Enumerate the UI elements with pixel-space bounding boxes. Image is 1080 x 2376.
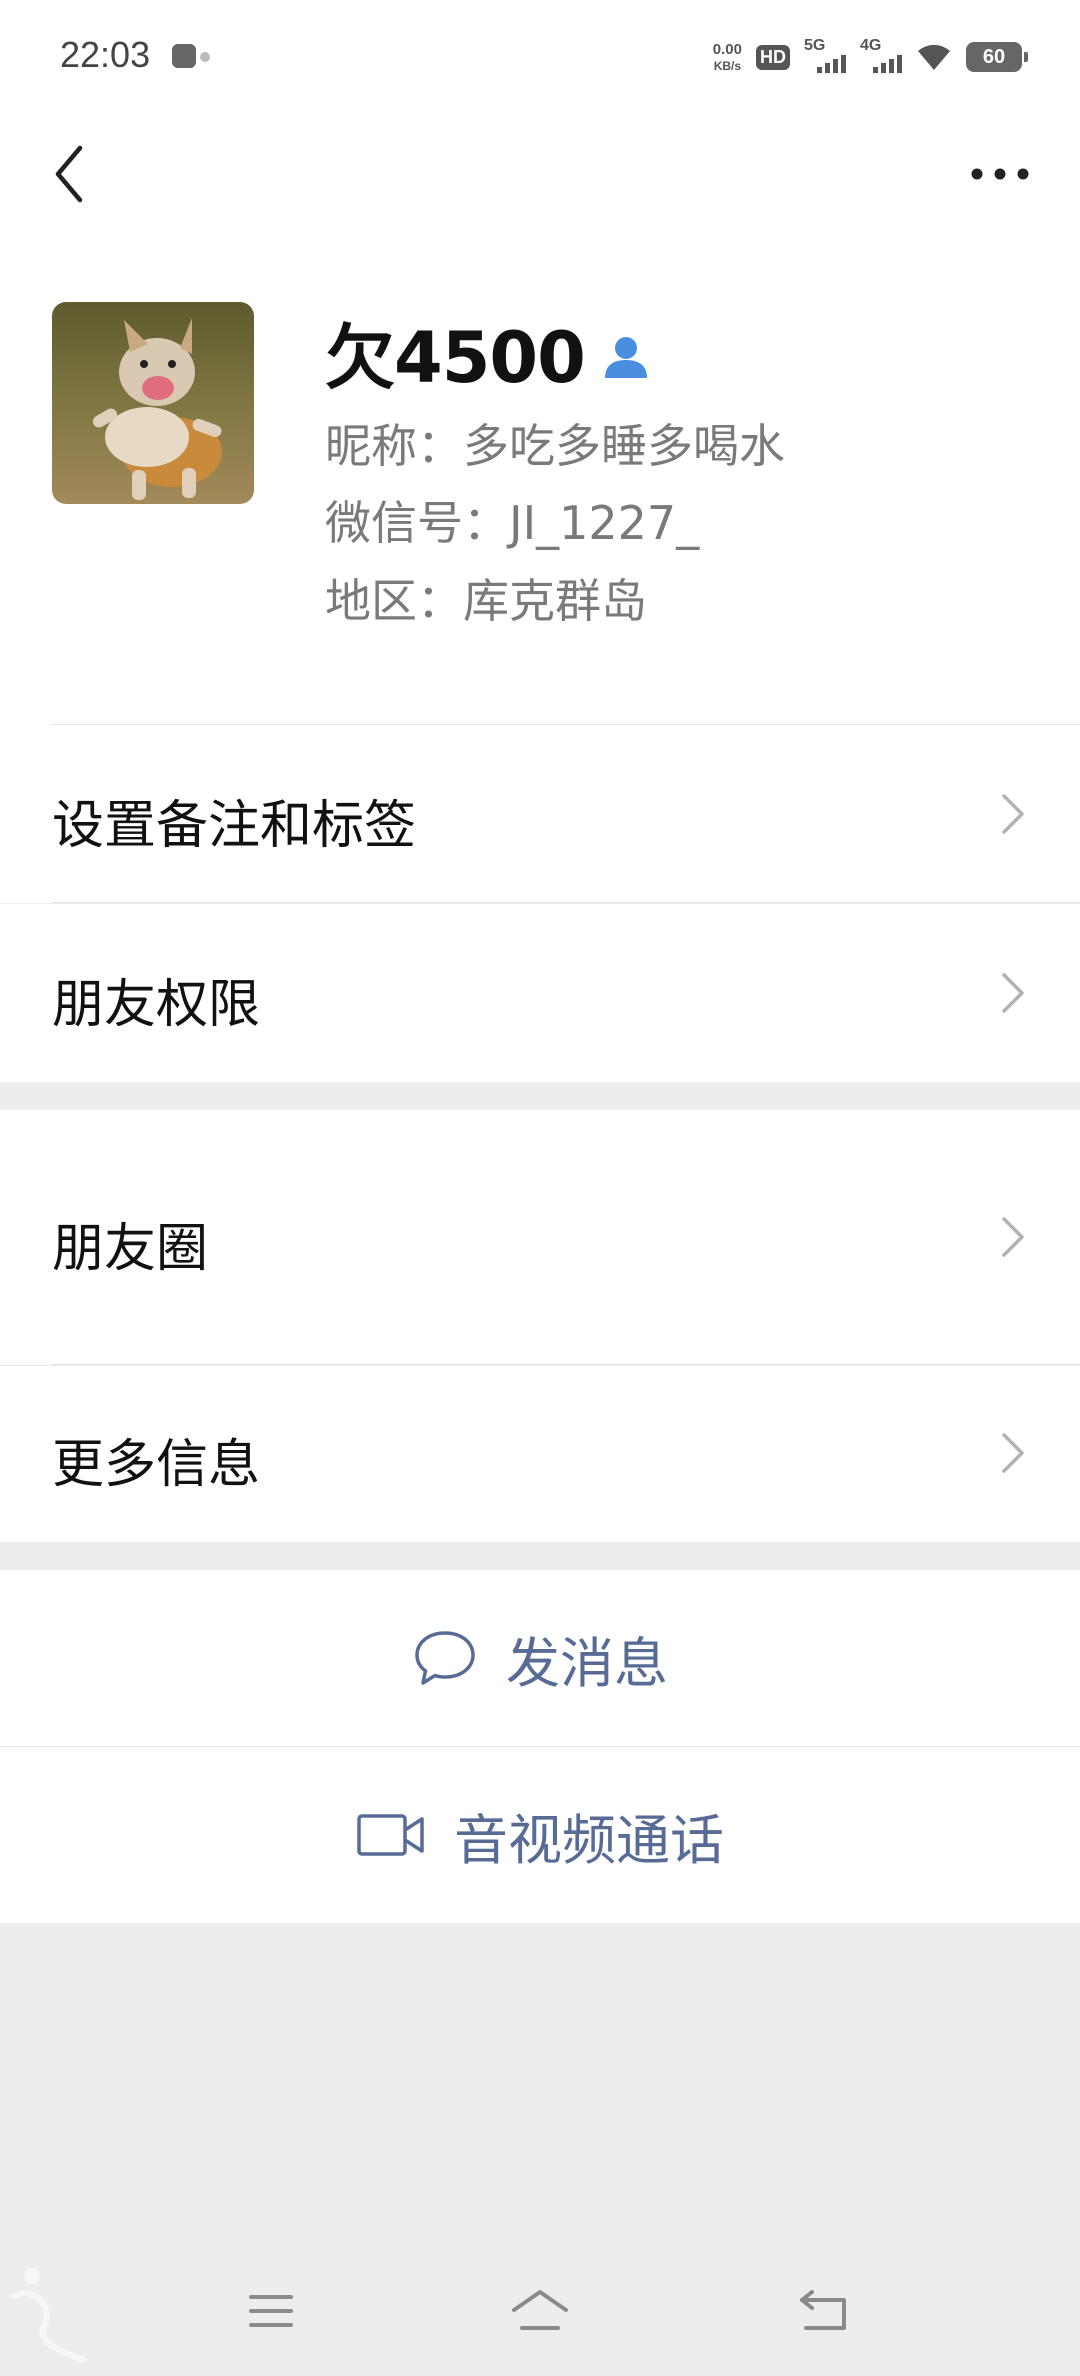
send-message-label: 发消息 [506,1631,668,1695]
network-speed: 0.00 KB/s [713,42,742,72]
battery-icon: 60 [966,42,1028,72]
top-nav-bar [0,120,1080,230]
system-navigation-bar [0,2256,1080,2366]
more-info-label: 更多信息 [52,1435,261,1495]
status-indicators: 0.00 KB/s HD 5G 4G 60 [713,34,1028,80]
signal-sim2-label: 4G [860,37,882,54]
more-dots-icon [971,168,1029,180]
recent-apps-button[interactable] [236,2276,306,2346]
friend-permissions-label: 朋友权限 [52,975,261,1035]
remark-tags-row[interactable]: 设置备注和标签 [0,725,1080,903]
notification-dot-icon [200,52,210,62]
home-button[interactable] [505,2276,575,2346]
hd-voice-icon: HD [756,44,790,70]
chevron-left-icon [55,145,83,203]
system-back-button[interactable] [790,2276,860,2346]
moments-label: 朋友圈 [52,1219,209,1279]
video-camera-icon [357,1814,424,1856]
divider [52,902,1080,903]
watermark-logo-icon [11,2268,87,2363]
return-icon [800,2290,846,2330]
audio-video-call-button[interactable]: 音视频通话 [0,1747,1080,1923]
network-speed-unit: KB/s [713,59,742,73]
remark-tags-label: 设置备注和标签 [52,796,417,856]
status-time: 22:03 [60,34,151,75]
display-name-row: 欠4500 [325,302,651,402]
home-icon [512,2290,568,2330]
chevron-right-icon [1002,1433,1024,1473]
audio-video-call-label: 音视频通话 [454,1808,724,1872]
chevron-right-icon [1002,973,1024,1013]
nickname-text: 昵称：多吃多睡多喝水 [325,419,785,473]
wifi-icon [918,44,950,70]
chevron-right-icon [1002,794,1024,834]
avatar[interactable] [52,302,254,504]
notification-app-icon [172,44,196,68]
signal-sim2-icon: 4G [860,37,902,75]
wechat-id-text: 微信号：JI_1227_ [325,496,700,550]
display-name: 欠4500 [325,316,586,399]
chevron-right-icon [1002,1217,1024,1257]
region-text: 地区：库克群岛 [325,574,647,628]
menu-lines-icon [249,2295,293,2327]
network-speed-value: 0.00 [712,41,742,58]
signal-sim1-icon: 5G [804,37,846,75]
status-bar: 22:03 0.00 KB/s HD 5G 4G 60 [0,0,1080,120]
send-message-button[interactable]: 发消息 [0,1570,1080,1746]
friend-permissions-row[interactable]: 朋友权限 [0,904,1080,1082]
chat-bubble-icon [415,1631,475,1685]
profile-header: 欠4500 昵称：多吃多睡多喝水 微信号：JI_1227_ 地区：库克群岛 [0,230,1080,725]
back-button[interactable] [40,144,100,204]
contact-profile-screen: 22:03 0.00 KB/s HD 5G 4G 60 欠4500 昵称：多吃多… [0,0,1080,2376]
moments-row[interactable]: 朋友圈 [0,1110,1080,1365]
contact-person-icon [604,337,647,378]
signal-sim1-label: 5G [804,37,826,54]
more-info-row[interactable]: 更多信息 [0,1366,1080,1542]
dog-avatar-image [52,302,254,504]
divider [52,1364,1080,1365]
more-options-button[interactable] [960,144,1040,204]
